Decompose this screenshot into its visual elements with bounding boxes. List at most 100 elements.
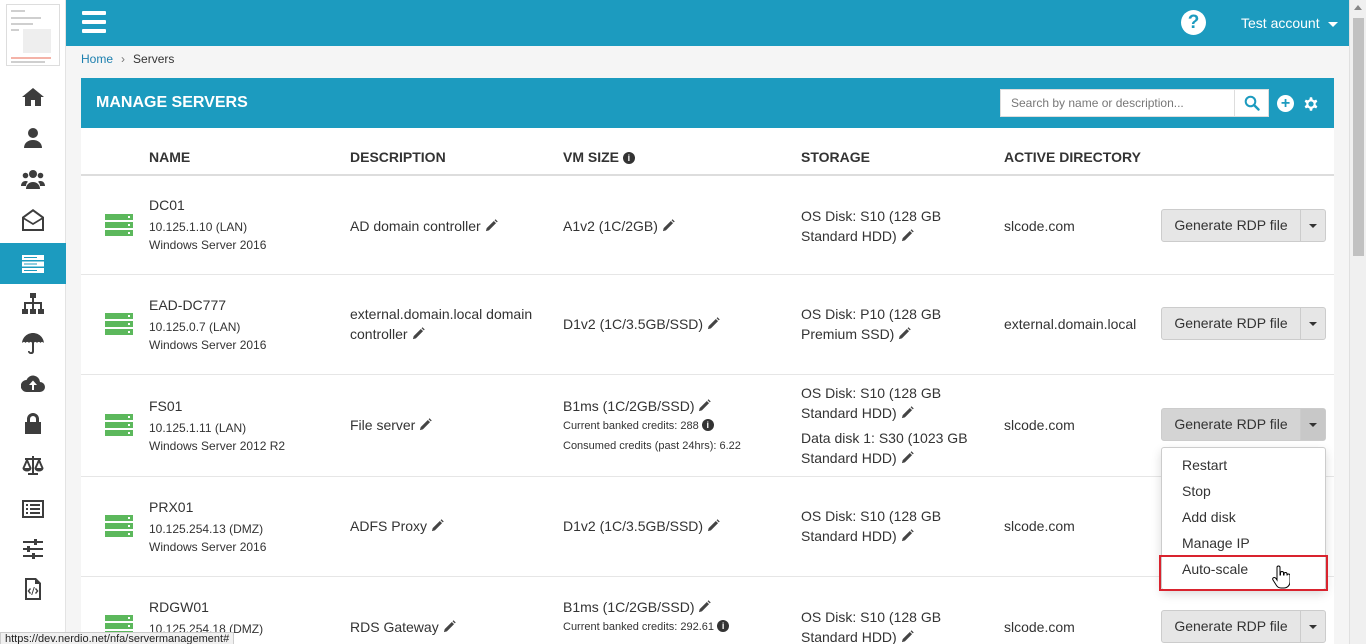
- pencil-icon[interactable]: [898, 327, 912, 340]
- nav-email[interactable]: [0, 199, 66, 240]
- vertical-scrollbar[interactable]: [1349, 0, 1366, 644]
- help-icon[interactable]: ?: [1181, 10, 1206, 35]
- info-icon[interactable]: i: [717, 620, 730, 632]
- nav-billing[interactable]: [0, 445, 66, 486]
- pencil-icon[interactable]: [901, 630, 914, 643]
- server-description: external.domain.local domain controller: [350, 304, 532, 344]
- nav-security[interactable]: [0, 403, 66, 444]
- server-status-icon: [105, 313, 133, 335]
- pencil-icon[interactable]: [698, 600, 712, 613]
- server-description: RDS Gateway: [350, 617, 456, 637]
- search-input[interactable]: [1000, 89, 1234, 117]
- scrollbar-thumb[interactable]: [1353, 18, 1364, 256]
- nav-servers[interactable]: [0, 243, 66, 284]
- status-bar-url: https://dev.nerdio.net/nfa/servermanagem…: [0, 632, 235, 644]
- nav-user[interactable]: [0, 117, 66, 158]
- server-description: ADFS Proxy: [350, 516, 444, 536]
- users-group-icon: [21, 169, 45, 189]
- server-name[interactable]: PRX01: [149, 497, 266, 517]
- server-name[interactable]: RDGW01: [149, 597, 263, 617]
- sidebar: [0, 0, 66, 644]
- pencil-icon[interactable]: [443, 620, 456, 633]
- rdp-dropdown-toggle[interactable]: [1301, 308, 1325, 339]
- server-active-directory: slcode.com: [1004, 417, 1075, 433]
- generate-rdp-button[interactable]: Generate RDP file: [1162, 611, 1301, 642]
- account-label: Test account: [1241, 15, 1320, 31]
- menu-item-restart[interactable]: Restart: [1162, 452, 1325, 478]
- pencil-icon[interactable]: [431, 519, 444, 532]
- server-vm-size: D1v2 (1C/3.5GB/SSD): [563, 314, 720, 334]
- panel-title: MANAGE SERVERS: [96, 94, 248, 111]
- nav-backup[interactable]: [0, 322, 66, 363]
- server-storage: OS Disk: S10 (128 GB Standard HDD): [801, 206, 941, 246]
- server-name[interactable]: DC01: [149, 195, 266, 215]
- logo[interactable]: [0, 0, 66, 70]
- pencil-icon[interactable]: [662, 219, 675, 232]
- nav-network[interactable]: [0, 283, 66, 324]
- server-details: DC01 10.125.1.10 (LAN) Windows Server 20…: [149, 195, 266, 254]
- gear-icon[interactable]: [1302, 95, 1320, 113]
- storage-line: Standard HDD): [801, 228, 897, 244]
- nav-scripts[interactable]: [0, 568, 66, 609]
- menu-item-add-disk[interactable]: Add disk: [1162, 504, 1325, 530]
- server-name[interactable]: FS01: [149, 396, 285, 416]
- rdp-dropdown-toggle[interactable]: [1301, 409, 1325, 440]
- pencil-icon[interactable]: [901, 451, 914, 464]
- rdp-dropdown-toggle[interactable]: [1301, 210, 1325, 241]
- server-name[interactable]: EAD-DC777: [149, 295, 266, 315]
- breadcrumb-separator: ›: [121, 52, 126, 66]
- nav-reports[interactable]: [0, 488, 66, 529]
- nav-settings[interactable]: [0, 528, 66, 569]
- scroll-up-arrow-icon[interactable]: [1354, 5, 1362, 10]
- generate-rdp-button-group: Generate RDP file: [1161, 307, 1326, 340]
- vm-size-text: B1ms (1C/2GB/SSD): [563, 398, 695, 414]
- table-row: DC01 10.125.1.10 (LAN) Windows Server 20…: [81, 174, 1334, 274]
- info-icon[interactable]: i: [622, 152, 635, 164]
- menu-toggle-icon[interactable]: [82, 11, 106, 33]
- storage-line: Data disk 1: S30 (1023 GB: [801, 430, 968, 446]
- account-menu[interactable]: Test account: [1241, 15, 1338, 31]
- panel-header: MANAGE SERVERS +: [81, 78, 1334, 128]
- search-icon: [1244, 95, 1260, 111]
- pencil-icon[interactable]: [901, 529, 914, 542]
- pencil-icon[interactable]: [707, 519, 720, 532]
- pencil-icon[interactable]: [419, 418, 433, 431]
- pencil-icon[interactable]: [485, 219, 498, 232]
- pencil-icon[interactable]: [707, 317, 720, 330]
- menu-item-auto-scale[interactable]: Auto-scale: [1159, 555, 1328, 591]
- menu-item-manage-ip[interactable]: Manage IP: [1162, 530, 1325, 556]
- envelope-open-icon: [22, 208, 44, 231]
- umbrella-icon: [22, 332, 44, 354]
- generate-rdp-button[interactable]: Generate RDP file: [1162, 308, 1301, 339]
- sliders-icon: [23, 538, 43, 559]
- pencil-icon[interactable]: [901, 406, 914, 419]
- storage-line: OS Disk: S10 (128 GB: [801, 508, 942, 524]
- generate-rdp-button-group: Generate RDP file: [1161, 408, 1326, 441]
- scale-balance-icon: [22, 455, 44, 475]
- column-header-storage: STORAGE: [801, 149, 870, 165]
- server-ip: 10.125.0.7 (LAN): [149, 320, 241, 334]
- nav-home[interactable]: [0, 76, 66, 117]
- description-text: ADFS Proxy: [350, 518, 428, 534]
- generate-rdp-button-group: Generate RDP file: [1161, 209, 1326, 242]
- pencil-icon[interactable]: [698, 399, 712, 412]
- pencil-icon[interactable]: [901, 229, 914, 242]
- server-ip: 10.125.1.10 (LAN): [149, 220, 248, 234]
- list-alt-icon: [22, 499, 44, 518]
- info-icon[interactable]: i: [701, 419, 714, 431]
- generate-rdp-button-group: Generate RDP file: [1161, 610, 1326, 643]
- user-icon: [24, 127, 42, 148]
- server-storage: OS Disk: P10 (128 GB Premium SSD): [801, 304, 941, 344]
- nav-cloud-upload[interactable]: [0, 363, 66, 404]
- storage-line: OS Disk: P10 (128 GB: [801, 306, 942, 322]
- table-row: PRX01 10.125.254.13 (DMZ) Windows Server…: [81, 476, 1334, 576]
- generate-rdp-button[interactable]: Generate RDP file: [1162, 210, 1301, 241]
- search-button[interactable]: [1234, 89, 1269, 117]
- nav-groups[interactable]: [0, 158, 66, 199]
- add-server-button[interactable]: +: [1277, 95, 1294, 112]
- menu-item-stop[interactable]: Stop: [1162, 478, 1325, 504]
- rdp-dropdown-toggle[interactable]: [1301, 611, 1325, 642]
- pencil-icon[interactable]: [412, 327, 425, 340]
- breadcrumb-home[interactable]: Home: [81, 52, 113, 66]
- generate-rdp-button[interactable]: Generate RDP file: [1162, 409, 1301, 440]
